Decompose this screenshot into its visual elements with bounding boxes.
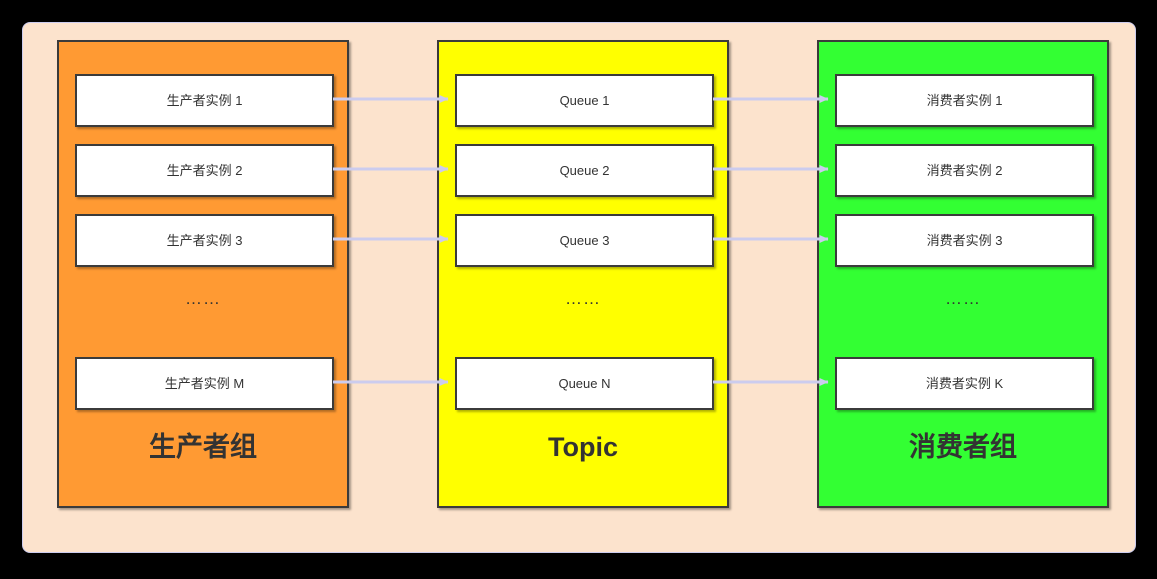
- queue-2-box[interactable]: Queue 2: [455, 144, 714, 197]
- producer-instance-3-label: 生产者实例 3: [166, 233, 243, 248]
- queue-n-box[interactable]: Queue N: [455, 357, 714, 410]
- producer-instance-m-label: 生产者实例 M: [164, 376, 245, 391]
- consumer-group-title: 消费者组: [909, 432, 1017, 462]
- topic-title: Topic: [548, 432, 618, 462]
- queue-1-box[interactable]: Queue 1: [455, 74, 714, 127]
- consumer-instance-2-label: 消费者实例 2: [926, 163, 1003, 178]
- producer-instance-3-box[interactable]: 生产者实例 3: [75, 214, 334, 267]
- consumer-instance-k-label: 消费者实例 K: [925, 376, 1004, 391]
- consumer-instance-1-label: 消费者实例 1: [926, 93, 1003, 108]
- consumer-instance-3-box[interactable]: 消费者实例 3: [835, 214, 1094, 267]
- queue-1-label: Queue 1: [559, 93, 610, 108]
- producer-instance-1-label: 生产者实例 1: [166, 93, 243, 108]
- consumer-instance-k-box[interactable]: 消费者实例 K: [835, 357, 1094, 410]
- topic-panel[interactable]: Queue 1 Queue 2 Queue 3 …… Queue N Topic: [437, 40, 729, 508]
- queue-3-box[interactable]: Queue 3: [455, 214, 714, 267]
- producer-instance-1-box[interactable]: 生产者实例 1: [75, 74, 334, 127]
- queue-ellipsis: ……: [565, 289, 601, 308]
- queue-2-label: Queue 2: [559, 163, 610, 178]
- consumer-instance-3-label: 消费者实例 3: [926, 233, 1003, 248]
- diagram-canvas: 生产者实例 1 生产者实例 2 生产者实例 3 …… 生产者实例 M 生产者组 …: [0, 0, 1157, 579]
- producer-group-title: 生产者组: [149, 432, 257, 462]
- consumer-ellipsis: ……: [945, 289, 981, 308]
- producer-instance-m-box[interactable]: 生产者实例 M: [75, 357, 334, 410]
- producer-ellipsis: ……: [185, 289, 221, 308]
- consumer-instance-1-box[interactable]: 消费者实例 1: [835, 74, 1094, 127]
- producer-group-panel[interactable]: 生产者实例 1 生产者实例 2 生产者实例 3 …… 生产者实例 M 生产者组: [57, 40, 349, 508]
- consumer-instance-2-box[interactable]: 消费者实例 2: [835, 144, 1094, 197]
- queue-n-label: Queue N: [558, 376, 611, 391]
- producer-instance-2-box[interactable]: 生产者实例 2: [75, 144, 334, 197]
- producer-instance-2-label: 生产者实例 2: [166, 163, 243, 178]
- queue-3-label: Queue 3: [559, 233, 610, 248]
- consumer-group-panel[interactable]: 消费者实例 1 消费者实例 2 消费者实例 3 …… 消费者实例 K 消费者组: [817, 40, 1109, 508]
